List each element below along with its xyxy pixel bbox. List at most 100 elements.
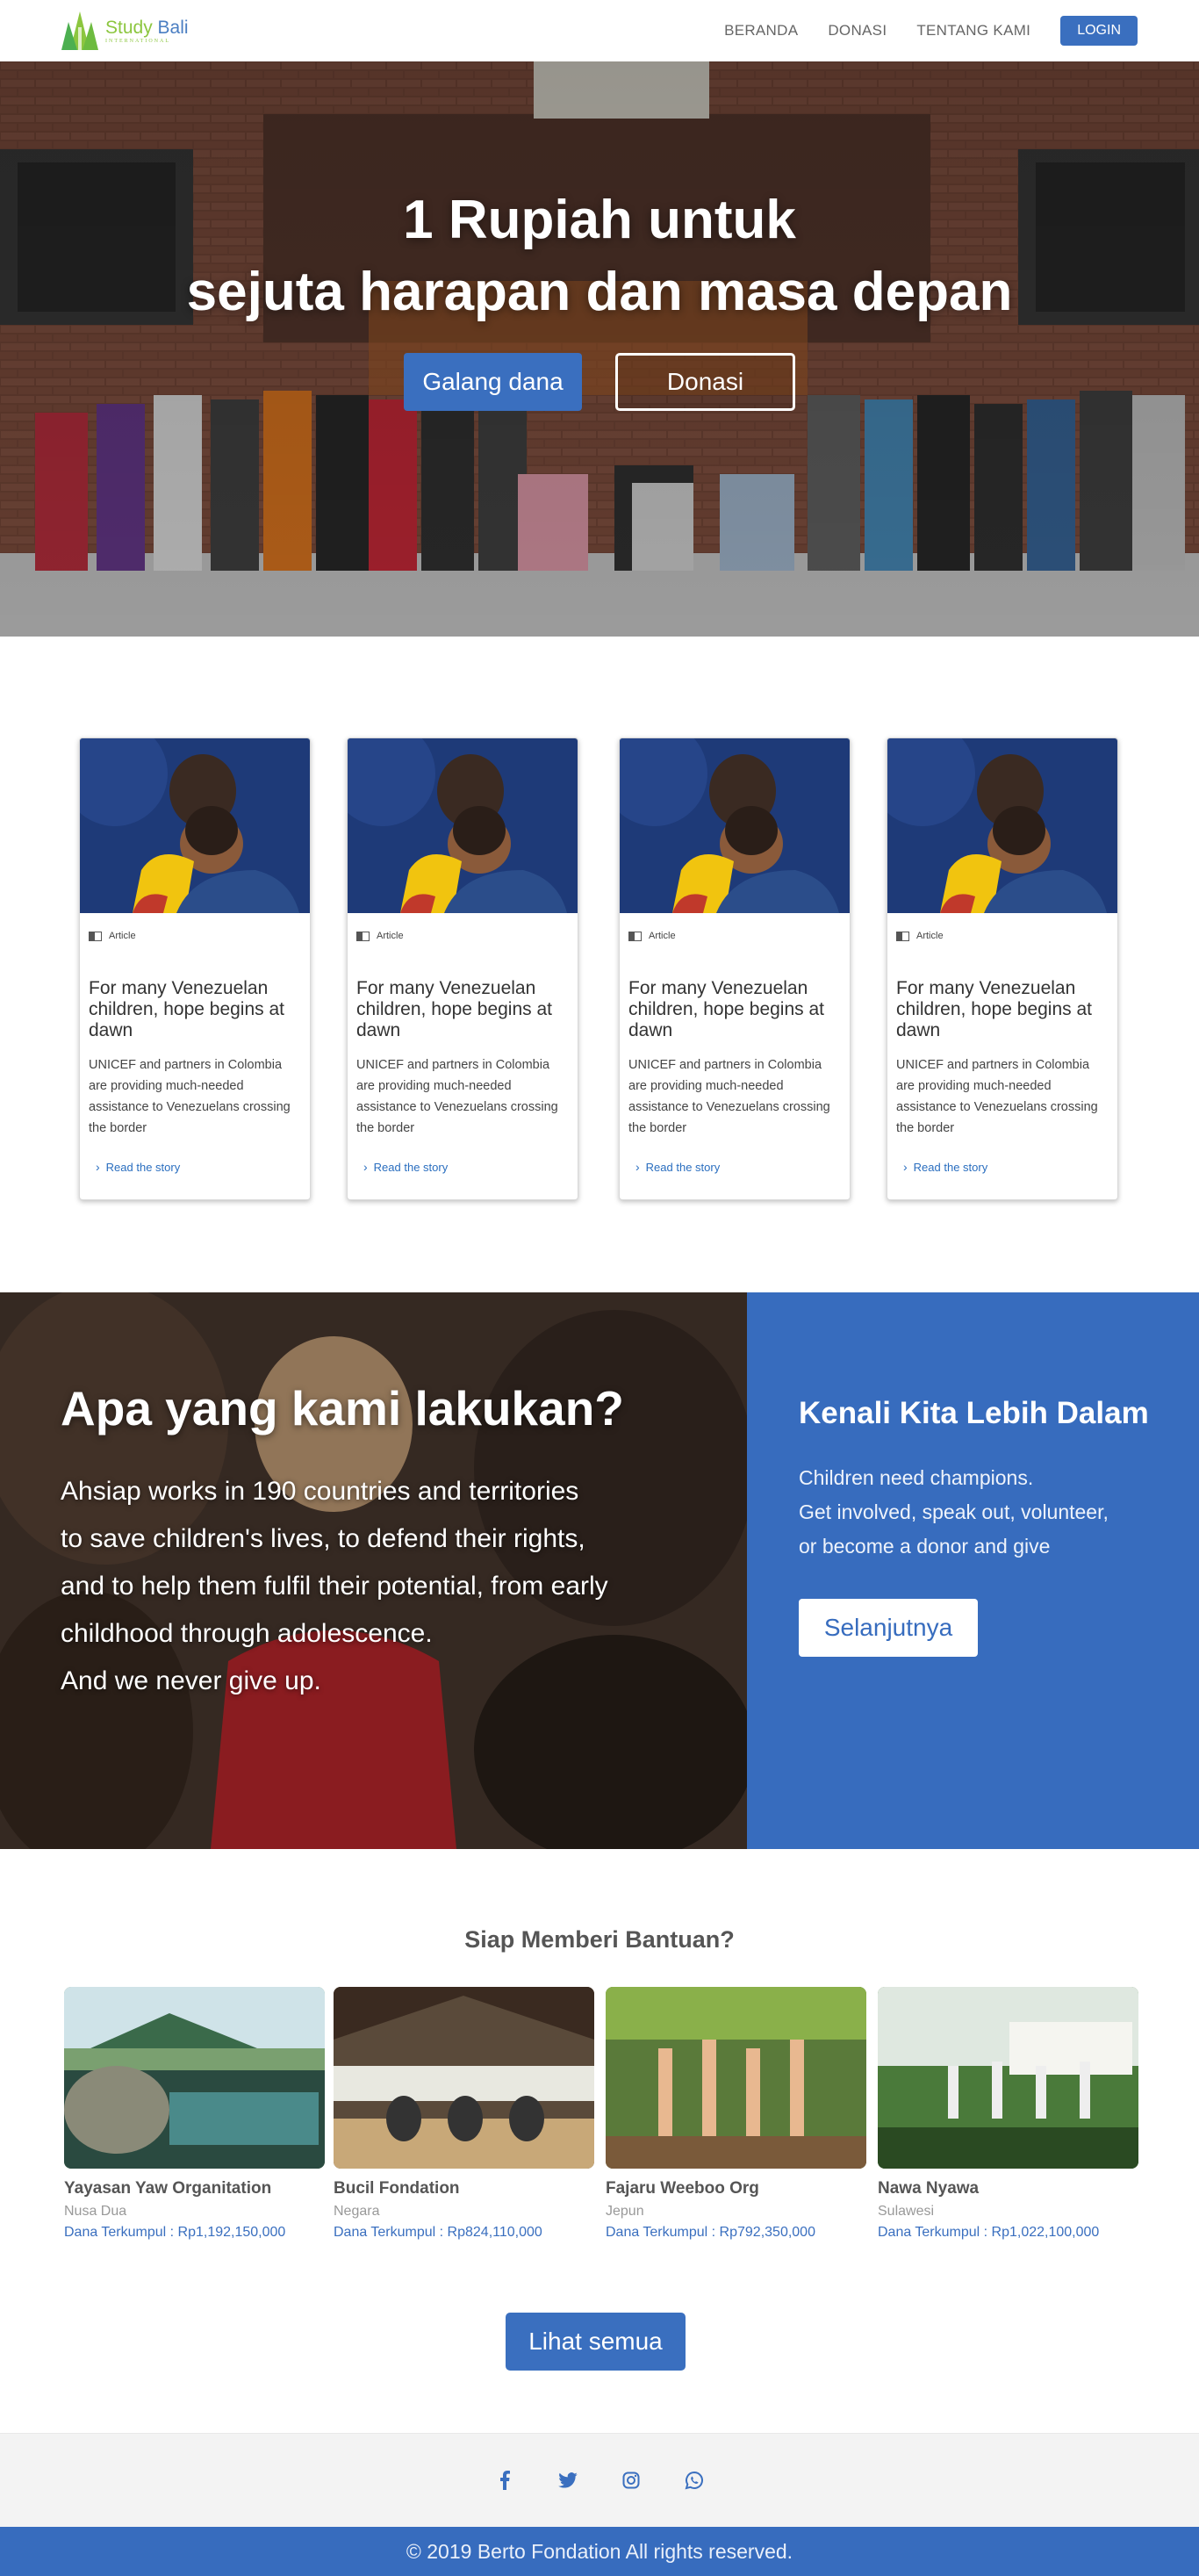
instagram-icon[interactable] bbox=[621, 2470, 642, 2491]
know-us-text: Children need champions. Get involved, s… bbox=[799, 1461, 1199, 1564]
what-we-do-line: and to help them fulfil their potential,… bbox=[61, 1572, 608, 1601]
story-description: UNICEF and partners in Colombia are prov… bbox=[89, 1058, 291, 1135]
article-icon bbox=[628, 931, 642, 941]
story-image bbox=[620, 738, 850, 913]
story-card[interactable]: Article For many Venezuelan children, ho… bbox=[79, 738, 311, 1200]
chevron-right-icon: › bbox=[903, 1160, 908, 1174]
story-title[interactable]: For many Venezuelan children, hope begin… bbox=[356, 978, 569, 1041]
org-fund: Dana Terkumpul : Rp824,110,000 bbox=[334, 2225, 542, 2240]
copyright-text: © 2019 Berto Fondation All rights reserv… bbox=[406, 2539, 793, 2563]
what-we-do-text: Ahsiap works in 190 countries and territ… bbox=[61, 1468, 728, 1705]
story-type: Article bbox=[649, 931, 676, 941]
org-location: Nusa Dua bbox=[64, 2204, 127, 2219]
org-name[interactable]: Bucil Fondation bbox=[334, 2179, 594, 2198]
facebook-icon[interactable] bbox=[494, 2470, 515, 2491]
org-location: Sulawesi bbox=[878, 2204, 935, 2219]
hero-banner: 1 Rupiah untuk sejuta harapan dan masa d… bbox=[0, 61, 1199, 637]
story-description: UNICEF and partners in Colombia are prov… bbox=[628, 1058, 830, 1135]
hero-buttons: Galang dana Donasi bbox=[0, 353, 1199, 411]
org-image bbox=[64, 1987, 325, 2169]
org-fund: Dana Terkumpul : Rp1,022,100,000 bbox=[878, 2225, 1100, 2240]
selanjutnya-button[interactable]: Selanjutnya bbox=[799, 1599, 978, 1657]
read-story-label: Read the story bbox=[373, 1160, 449, 1174]
logo-subtitle: INTERNATIONAL bbox=[105, 38, 170, 44]
what-we-do-section: Apa yang kami lakukan? Ahsiap works in 1… bbox=[0, 1292, 1199, 1849]
lihat-semua-button[interactable]: Lihat semua bbox=[506, 2313, 686, 2371]
know-us-line: Children need champions. bbox=[799, 1466, 1034, 1489]
ready-to-help-section: Siap Memberi Bantuan? Yayasan Yaw Organi… bbox=[0, 1849, 1199, 2433]
story-title[interactable]: For many Venezuelan children, hope begin… bbox=[89, 978, 301, 1041]
org-location: Negara bbox=[334, 2204, 380, 2219]
story-image bbox=[80, 738, 310, 913]
what-we-do-title: Apa yang kami lakukan? bbox=[61, 1381, 624, 1436]
nav-tentang-kami[interactable]: TENTANG KAMI bbox=[916, 22, 1030, 40]
article-icon bbox=[89, 931, 102, 941]
know-us-panel: Kenali Kita Lebih Dalam Children need ch… bbox=[747, 1292, 1199, 1849]
story-type: Article bbox=[916, 931, 944, 941]
hero-title-line-1: 1 Rupiah untuk bbox=[403, 190, 796, 250]
story-image bbox=[887, 738, 1117, 913]
read-story-label: Read the story bbox=[913, 1160, 988, 1174]
org-card[interactable]: Yayasan Yaw Organitation Nusa Dua Dana T… bbox=[64, 1987, 325, 2241]
org-location: Jepun bbox=[606, 2204, 644, 2219]
story-title[interactable]: For many Venezuelan children, hope begin… bbox=[628, 978, 841, 1041]
login-button[interactable]: LOGIN bbox=[1060, 16, 1138, 46]
copyright-bar: © 2019 Berto Fondation All rights reserv… bbox=[0, 2527, 1199, 2576]
story-image bbox=[348, 738, 578, 913]
read-story-label: Read the story bbox=[105, 1160, 181, 1174]
what-we-do-line: And we never give up. bbox=[61, 1666, 321, 1695]
read-story-link[interactable]: › Read the story bbox=[356, 1160, 569, 1174]
what-we-do-line: to save children's lives, to defend thei… bbox=[61, 1524, 585, 1553]
story-card[interactable]: Article For many Venezuelan children, ho… bbox=[347, 738, 578, 1200]
org-card[interactable]: Fajaru Weeboo Org Jepun Dana Terkumpul :… bbox=[606, 1987, 866, 2241]
read-story-label: Read the story bbox=[645, 1160, 721, 1174]
article-icon bbox=[356, 931, 370, 941]
what-we-do-line: Ahsiap works in 190 countries and territ… bbox=[61, 1477, 579, 1506]
hero-title-line-2: sejuta harapan dan masa depan bbox=[186, 262, 1013, 322]
org-name[interactable]: Yayasan Yaw Organitation bbox=[64, 2179, 325, 2198]
read-story-link[interactable]: › Read the story bbox=[89, 1160, 301, 1174]
know-us-line: Get involved, speak out, volunteer, bbox=[799, 1500, 1109, 1523]
chevron-right-icon: › bbox=[96, 1160, 100, 1174]
galang-dana-button[interactable]: Galang dana bbox=[404, 353, 582, 411]
chevron-right-icon: › bbox=[363, 1160, 368, 1174]
org-card[interactable]: Nawa Nyawa Sulawesi Dana Terkumpul : Rp1… bbox=[878, 1987, 1138, 2241]
chevron-right-icon: › bbox=[635, 1160, 640, 1174]
logo-word-2: Bali bbox=[157, 17, 189, 38]
article-icon bbox=[896, 931, 909, 941]
what-we-do-content: Apa yang kami lakukan? Ahsiap works in 1… bbox=[61, 1380, 728, 1705]
whatsapp-icon[interactable] bbox=[684, 2470, 705, 2491]
stories-section: Article For many Venezuelan children, ho… bbox=[0, 637, 1199, 1354]
story-title[interactable]: For many Venezuelan children, hope begin… bbox=[896, 978, 1109, 1041]
site-logo[interactable]: Study Bali INTERNATIONAL bbox=[58, 10, 189, 52]
org-image bbox=[606, 1987, 866, 2169]
social-bar bbox=[0, 2433, 1199, 2527]
read-story-link[interactable]: › Read the story bbox=[628, 1160, 841, 1174]
know-us-line: or become a donor and give bbox=[799, 1535, 1051, 1558]
story-card[interactable]: Article For many Venezuelan children, ho… bbox=[887, 738, 1118, 1200]
hero-title: 1 Rupiah untuk sejuta harapan dan masa d… bbox=[0, 184, 1199, 328]
story-type: Article bbox=[109, 931, 136, 941]
donasi-button[interactable]: Donasi bbox=[615, 353, 795, 411]
what-we-do-photo-panel: Apa yang kami lakukan? Ahsiap works in 1… bbox=[0, 1292, 747, 1849]
org-card[interactable]: Bucil Fondation Negara Dana Terkumpul : … bbox=[334, 1987, 594, 2241]
nav-donasi[interactable]: DONASI bbox=[828, 22, 887, 40]
org-name[interactable]: Nawa Nyawa bbox=[878, 2179, 1138, 2198]
logo-word-1: Study bbox=[105, 17, 153, 38]
ready-title: Siap Memberi Bantuan? bbox=[464, 1926, 735, 1953]
story-card[interactable]: Article For many Venezuelan children, ho… bbox=[619, 738, 851, 1200]
what-we-do-line: childhood through adolescence. bbox=[61, 1619, 433, 1648]
know-us-title: Kenali Kita Lebih Dalam bbox=[799, 1396, 1149, 1430]
org-fund: Dana Terkumpul : Rp792,350,000 bbox=[606, 2225, 815, 2240]
hero-content: 1 Rupiah untuk sejuta harapan dan masa d… bbox=[0, 184, 1199, 411]
org-fund: Dana Terkumpul : Rp1,192,150,000 bbox=[64, 2225, 286, 2240]
logo-leaf-icon bbox=[61, 11, 98, 50]
read-story-link[interactable]: › Read the story bbox=[896, 1160, 1109, 1174]
main-nav: BERANDA DONASI TENTANG KAMI LOGIN bbox=[724, 16, 1138, 46]
nav-beranda[interactable]: BERANDA bbox=[724, 22, 798, 40]
org-name[interactable]: Fajaru Weeboo Org bbox=[606, 2179, 866, 2198]
top-navbar: Study Bali INTERNATIONAL BERANDA DONASI … bbox=[0, 0, 1199, 61]
org-image bbox=[334, 1987, 594, 2169]
twitter-icon[interactable] bbox=[557, 2470, 578, 2491]
story-description: UNICEF and partners in Colombia are prov… bbox=[896, 1058, 1098, 1135]
